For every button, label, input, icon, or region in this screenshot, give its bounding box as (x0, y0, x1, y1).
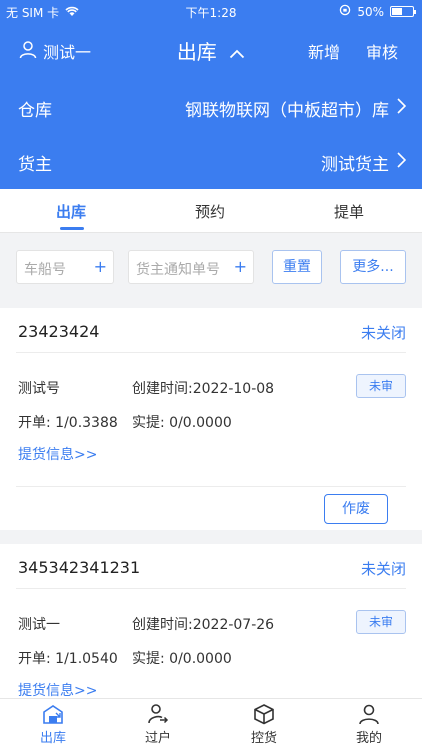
bottom-tab-bar: 出库 过户 控货 我的 (0, 698, 422, 750)
notice-number-input[interactable]: 货主通知单号 + (128, 250, 254, 284)
audit-status-badge: 未审 (356, 374, 406, 398)
audit-status-badge: 未审 (356, 610, 406, 634)
plus-icon[interactable]: + (234, 257, 247, 276)
profile-icon (329, 703, 409, 725)
page-title-dropdown[interactable]: 出库 (0, 36, 422, 65)
more-button[interactable]: 更多... (340, 250, 406, 284)
rotation-lock-icon (339, 4, 351, 19)
battery-icon (390, 6, 416, 17)
tab-outbound[interactable]: 出库 (56, 201, 86, 222)
filter-bar: 车船号 + 货主通知单号 + 重置 更多... (0, 234, 422, 306)
warehouse-row[interactable]: 仓库 钢联物联网（中板超市）库 (0, 82, 422, 132)
vessel-number-input[interactable]: 车船号 + (16, 250, 114, 284)
tab-appointment[interactable]: 预约 (195, 201, 225, 222)
vessel-number-placeholder: 车船号 (24, 262, 66, 278)
actual-quantity: 实提: 0/0.0000 (132, 415, 232, 431)
divider (16, 588, 406, 589)
tabbar-mine-label: 我的 (355, 731, 382, 746)
order-state: 未关闭 (360, 324, 406, 342)
reset-button[interactable]: 重置 (272, 250, 322, 284)
transfer-user-icon (118, 703, 198, 725)
chevron-up-icon (229, 44, 245, 63)
page-title: 出库 (176, 40, 217, 64)
order-state: 未关闭 (360, 560, 406, 578)
nav-bar: 测试一 出库 新增 审核 (0, 32, 422, 68)
divider (16, 486, 406, 487)
open-quantity: 开单: 1/0.3388 (18, 415, 118, 431)
created-time: 创建时间:2022-10-08 (132, 381, 275, 397)
order-number: 345342341231 (18, 558, 141, 577)
tabbar-outbound[interactable]: 出库 (13, 703, 93, 746)
add-button[interactable]: 新增 (308, 39, 340, 63)
divider (16, 352, 406, 353)
battery-percent: 50% (357, 4, 384, 19)
tab-bar: 出库 预约 提单 (0, 189, 422, 233)
order-card[interactable]: 345342341231 未关闭 测试一 创建时间:2022-07-26 未审 … (0, 544, 422, 704)
tabbar-control-label: 控货 (250, 731, 277, 746)
order-number: 23423424 (18, 322, 100, 341)
tabbar-control[interactable]: 控货 (224, 703, 304, 746)
tabbar-mine[interactable]: 我的 (329, 703, 409, 746)
pickup-info-link[interactable]: 提货信息>> (18, 444, 97, 464)
tabbar-transfer-label: 过户 (144, 731, 171, 746)
tabbar-transfer[interactable]: 过户 (118, 703, 198, 746)
order-card[interactable]: 23423424 未关闭 测试号 创建时间:2022-10-08 未审 开单: … (0, 308, 422, 530)
actual-quantity: 实提: 0/0.0000 (132, 651, 232, 667)
status-bar: 无 SIM 卡 下午1:28 50% (0, 0, 422, 22)
tabbar-outbound-label: 出库 (39, 731, 66, 746)
order-name: 测试一 (18, 617, 60, 633)
box-icon (224, 703, 304, 725)
chevron-right-icon (397, 152, 407, 173)
order-name: 测试号 (18, 381, 60, 397)
warehouse-label: 仓库 (18, 101, 52, 121)
void-button[interactable]: 作废 (324, 494, 388, 524)
owner-value: 测试货主 (321, 155, 389, 175)
plus-icon[interactable]: + (94, 257, 107, 276)
chevron-right-icon (397, 98, 407, 119)
owner-label: 货主 (18, 155, 52, 175)
tab-indicator (60, 227, 84, 230)
warehouse-out-icon (13, 703, 93, 725)
header-panel: 无 SIM 卡 下午1:28 50% 测试一 出库 新增 审核 仓库 钢联物联网… (0, 0, 422, 189)
audit-button[interactable]: 审核 (366, 39, 398, 63)
open-quantity: 开单: 1/1.0540 (18, 651, 118, 667)
pickup-info-link[interactable]: 提货信息>> (18, 680, 97, 700)
created-time: 创建时间:2022-07-26 (132, 617, 275, 633)
tab-bill-of-lading[interactable]: 提单 (334, 201, 364, 222)
battery-fill (392, 8, 402, 15)
notice-number-placeholder: 货主通知单号 (136, 262, 220, 278)
warehouse-value: 钢联物联网（中板超市）库 (185, 101, 389, 121)
owner-row[interactable]: 货主 测试货主 (0, 136, 422, 186)
